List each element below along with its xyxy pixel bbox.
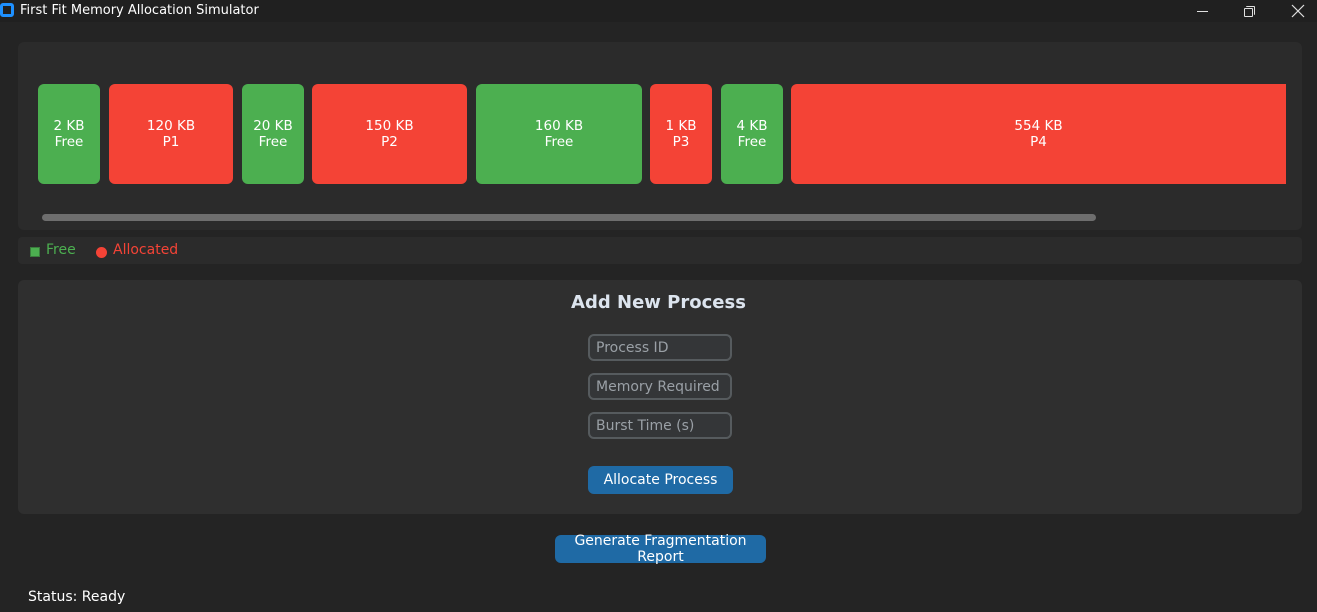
close-icon: [1291, 4, 1305, 18]
allocated-circle-icon: [96, 247, 107, 258]
legend-allocated-label: Allocated: [113, 242, 179, 258]
block-label: Free: [54, 134, 84, 150]
memory-block: 20 KB Free: [242, 84, 304, 184]
block-size: 2 KB: [53, 118, 85, 134]
legend-free-label: Free: [46, 242, 76, 258]
memory-block: 120 KB P1: [109, 84, 233, 184]
memory-block: 1 KB P3: [650, 84, 712, 184]
block-label: Free: [737, 134, 767, 150]
block-size: 150 KB: [365, 118, 414, 134]
window-title: First Fit Memory Allocation Simulator: [20, 3, 259, 18]
block-label: P3: [672, 134, 690, 150]
block-label: Free: [544, 134, 574, 150]
horizontal-scrollbar[interactable]: [42, 214, 1096, 221]
block-size: 1 KB: [665, 118, 697, 134]
free-square-icon: [30, 247, 40, 257]
block-label: P1: [162, 134, 180, 150]
block-label: P2: [381, 134, 398, 150]
memory-required-input[interactable]: [588, 373, 732, 400]
legend-panel: [18, 237, 1302, 264]
minimize-icon: [1196, 10, 1208, 12]
block-label: P4: [1030, 134, 1047, 150]
memory-block: 4 KB Free: [721, 84, 783, 184]
block-size: 120 KB: [146, 118, 196, 134]
memory-block: 554 KB P4: [791, 84, 1286, 184]
allocate-process-button[interactable]: Allocate Process: [588, 466, 733, 494]
app-icon: [0, 3, 14, 17]
minimize-button[interactable]: [1179, 0, 1225, 22]
block-size: 4 KB: [736, 118, 768, 134]
memory-blocks-strip: 2 KB Free 120 KB P1 20 KB Free 150 KB P2…: [38, 84, 1286, 184]
process-id-input[interactable]: [588, 334, 732, 361]
memory-block: 2 KB Free: [38, 84, 100, 184]
title-bar: First Fit Memory Allocation Simulator: [0, 0, 1317, 22]
block-size: 20 KB: [253, 118, 293, 134]
block-label: Free: [258, 134, 288, 150]
memory-block: 160 KB Free: [476, 84, 642, 184]
restore-icon: [1243, 5, 1255, 17]
form-title: Add New Process: [571, 292, 746, 313]
close-button[interactable]: [1275, 0, 1317, 22]
block-size: 554 KB: [1014, 118, 1063, 134]
restore-button[interactable]: [1226, 0, 1272, 22]
status-label: Status: Ready: [28, 589, 126, 605]
block-size: 160 KB: [534, 118, 584, 134]
generate-report-button[interactable]: Generate Fragmentation Report: [555, 533, 766, 565]
memory-block: 150 KB P2: [312, 84, 467, 184]
burst-time-input[interactable]: [588, 412, 732, 439]
